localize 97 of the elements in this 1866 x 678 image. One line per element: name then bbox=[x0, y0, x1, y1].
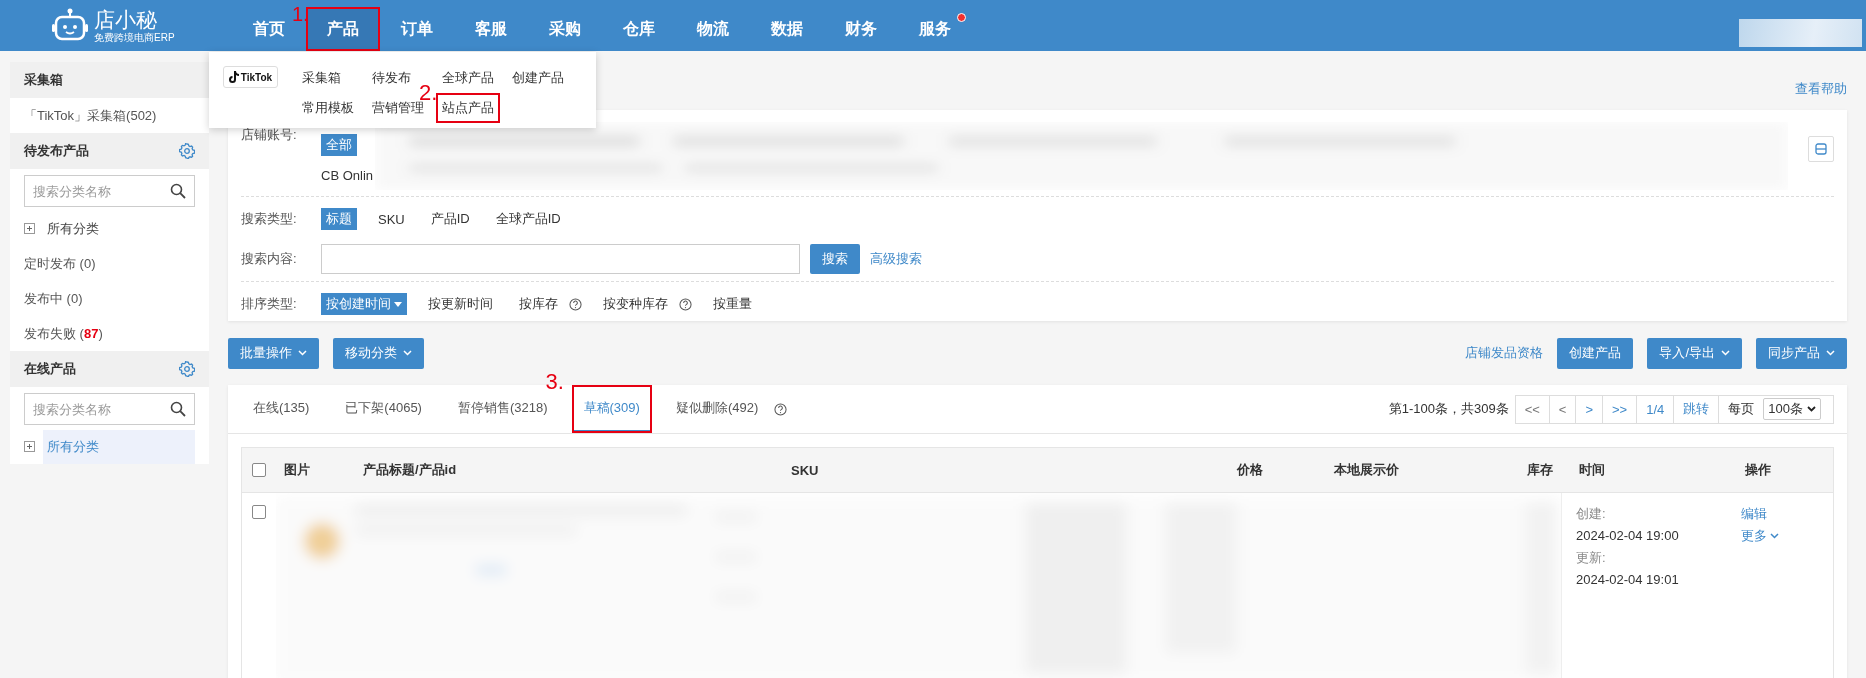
status-tab[interactable]: 已下架(4065) bbox=[333, 385, 434, 433]
store-option[interactable]: 全部 bbox=[321, 134, 357, 156]
sort-option[interactable]: 按更新时间 bbox=[423, 293, 498, 315]
menu-item[interactable]: 创建产品 bbox=[510, 66, 566, 90]
search-type-option[interactable]: 产品ID bbox=[425, 208, 475, 230]
menu-item[interactable]: 常用模板 bbox=[300, 96, 356, 120]
section-title: 待发布产品 bbox=[24, 142, 89, 160]
panel-button[interactable] bbox=[1808, 136, 1834, 162]
updated-time: 2024-02-04 19:01 bbox=[1576, 571, 1680, 589]
filter-label: 搜索类型: bbox=[241, 210, 298, 228]
per-page-select[interactable]: 100条 bbox=[1763, 398, 1821, 420]
nav-item[interactable]: 数据 bbox=[763, 7, 811, 51]
column-header: 库存 bbox=[1527, 462, 1553, 477]
jump-button[interactable]: 跳转 bbox=[1674, 395, 1720, 423]
help-icon[interactable] bbox=[569, 297, 582, 311]
store-qualification-link[interactable]: 店铺发品资格 bbox=[1465, 344, 1544, 362]
advanced-search-link[interactable]: 高级搜索 bbox=[870, 250, 922, 268]
nav-item[interactable]: 服务 bbox=[911, 7, 959, 51]
row-action-link[interactable]: 编辑 bbox=[1741, 503, 1767, 525]
created-label: 创建: bbox=[1576, 505, 1607, 523]
category-item[interactable]: 所有分类 bbox=[43, 211, 195, 246]
search-type-option[interactable]: SKU bbox=[373, 209, 410, 229]
logo-tagline: 免费跨境电商ERP bbox=[94, 31, 175, 44]
page-summary: 第1-100条，共309条 bbox=[1388, 400, 1509, 418]
action-button[interactable]: 导入/导出 bbox=[1647, 337, 1742, 369]
action-button[interactable]: 创建产品 bbox=[1557, 337, 1634, 369]
section-title: 采集箱 bbox=[24, 71, 63, 89]
menu-item[interactable]: 站点产品 bbox=[436, 93, 500, 123]
expand-icon[interactable] bbox=[24, 223, 35, 234]
action-button[interactable]: 同步产品 bbox=[1756, 337, 1847, 369]
sidebar-item[interactable]: 发布失败 (87) bbox=[24, 324, 103, 343]
created-time: 2024-02-04 19:00 bbox=[1576, 527, 1680, 545]
action-button[interactable]: 批量操作 bbox=[228, 337, 319, 369]
nav-item[interactable]: 采购 bbox=[541, 7, 589, 51]
column-header: 产品标题/产品id bbox=[363, 462, 457, 477]
search-type-option[interactable]: 全球产品ID bbox=[490, 208, 566, 230]
column-header: 图片 bbox=[284, 462, 310, 477]
search-type-option[interactable]: 标题 bbox=[321, 208, 357, 230]
checkbox[interactable] bbox=[252, 505, 266, 519]
sort-option[interactable]: 按变种库存 bbox=[598, 293, 673, 315]
column-header: SKU bbox=[791, 462, 819, 478]
nav-item[interactable]: 产品 bbox=[306, 7, 380, 51]
per-page-label: 每页 bbox=[1727, 400, 1756, 418]
help-link[interactable]: 查看帮助 bbox=[1795, 80, 1847, 98]
chevron-down-icon bbox=[1807, 406, 1816, 412]
column-header: 价格 bbox=[1237, 462, 1263, 477]
nav-item[interactable]: 订单 bbox=[393, 7, 441, 51]
search-field[interactable]: 搜索分类名称 bbox=[24, 393, 195, 425]
sort-option[interactable]: 按创建时间 bbox=[321, 293, 407, 315]
search-button[interactable]: 搜索 bbox=[810, 244, 860, 274]
checkbox[interactable] bbox=[252, 463, 266, 477]
menu-item[interactable]: 采集箱 bbox=[300, 66, 343, 90]
page-button[interactable]: 1/4 bbox=[1637, 395, 1675, 423]
search-field[interactable]: 搜索分类名称 bbox=[24, 175, 195, 207]
logo-name: 店小秘 bbox=[94, 7, 158, 32]
section-title: 在线产品 bbox=[24, 360, 76, 378]
annotation-number: 1. bbox=[292, 3, 309, 25]
column-header: 时间 bbox=[1579, 462, 1605, 477]
filter-label: 排序类型: bbox=[241, 295, 298, 313]
nav-item[interactable]: 首页 bbox=[245, 7, 293, 51]
sidebar-item[interactable]: 发布中 (0) bbox=[24, 289, 83, 308]
settings-icon[interactable] bbox=[179, 143, 195, 159]
column-header: 操作 bbox=[1745, 462, 1771, 477]
search-input[interactable] bbox=[321, 244, 800, 274]
help-icon[interactable] bbox=[774, 402, 788, 416]
page-button[interactable]: >> bbox=[1603, 395, 1638, 423]
filter-label: 搜索内容: bbox=[241, 250, 298, 268]
status-tab[interactable]: 草稿(309) bbox=[571, 385, 652, 433]
action-button[interactable]: 移动分类 bbox=[333, 337, 424, 369]
tiktok-logo[interactable]: TikTok bbox=[223, 66, 278, 88]
row-action-link[interactable]: 更多 bbox=[1741, 525, 1779, 547]
annotation-number: 3. bbox=[545, 371, 564, 393]
expand-icon[interactable] bbox=[24, 441, 35, 452]
help-icon[interactable] bbox=[679, 297, 692, 311]
status-tab[interactable]: 疑似删除(492) bbox=[663, 385, 771, 433]
nav-item[interactable]: 客服 bbox=[467, 7, 515, 51]
search-icon bbox=[170, 401, 186, 417]
sidebar-item[interactable]: 定时发布 (0) bbox=[24, 254, 96, 273]
search-icon bbox=[170, 183, 186, 199]
panel-icon bbox=[1815, 143, 1827, 155]
status-tab[interactable]: 在线(135) bbox=[241, 385, 322, 433]
note-icon bbox=[228, 71, 239, 83]
page-button[interactable]: > bbox=[1576, 395, 1604, 423]
filter-label: 店铺账号: bbox=[241, 126, 298, 144]
sort-option[interactable]: 按库存 bbox=[514, 293, 563, 315]
nav-item[interactable]: 物流 bbox=[689, 7, 737, 51]
column-header: 本地展示价 bbox=[1334, 462, 1399, 477]
settings-icon[interactable] bbox=[179, 361, 195, 377]
sidebar-item[interactable]: 「TikTok」采集箱(502) bbox=[24, 106, 157, 125]
sort-option[interactable]: 按重量 bbox=[708, 293, 757, 315]
updated-label: 更新: bbox=[1576, 549, 1607, 567]
nav-item[interactable]: 仓库 bbox=[615, 7, 663, 51]
category-item[interactable]: 所有分类 bbox=[43, 429, 195, 464]
menu-item[interactable]: 全球产品 bbox=[440, 66, 496, 90]
nav-item[interactable]: 财务 bbox=[837, 7, 885, 51]
menu-item[interactable]: 待发布 bbox=[370, 66, 413, 90]
store-account[interactable]: CB Onlin bbox=[321, 168, 375, 183]
